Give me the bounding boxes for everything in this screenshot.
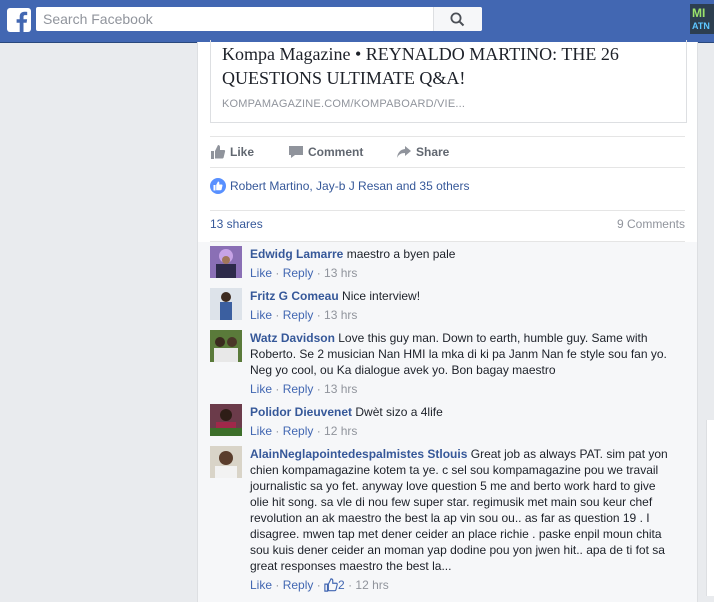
comment-meta: Like · Reply · 2 · 12 hrs: [250, 578, 389, 595]
comment-body: Edwidg Lamarre maestro a byen pale: [250, 246, 670, 262]
reactions-text: Robert Martino, Jay-b J Resan and 35 oth…: [230, 179, 470, 193]
top-navigation-bar: MI ATN: [0, 0, 714, 43]
comment-reaction-count[interactable]: 2: [338, 578, 345, 592]
like-label: Like: [230, 145, 255, 159]
comment-meta: Like · Reply · 13 hrs: [250, 308, 358, 322]
link-preview[interactable]: Kompa Magazine • REYNALDO MARTINO: THE 2…: [210, 40, 687, 123]
comment-author[interactable]: Edwidg Lamarre: [250, 247, 343, 261]
corner-badge-line2: ATN: [692, 21, 710, 31]
comment-like-link[interactable]: Like: [250, 382, 272, 396]
search-input[interactable]: [36, 7, 436, 31]
like-reaction-icon: [210, 178, 226, 194]
comment-body: Watz Davidson Love this guy man. Down to…: [250, 330, 670, 378]
comment-label: Comment: [308, 145, 364, 159]
avatar[interactable]: [210, 446, 242, 478]
comment-text: maestro a byen pale: [346, 247, 456, 261]
comment-meta: Like · Reply · 13 hrs: [250, 382, 358, 396]
corner-badge-line1: MI: [692, 6, 706, 20]
post-card: Kompa Magazine • REYNALDO MARTINO: THE 2…: [197, 40, 698, 602]
comment-reply-link[interactable]: Reply: [283, 382, 314, 396]
comment-reply-link[interactable]: Reply: [283, 424, 314, 438]
comments-section: Edwidg Lamarre maestro a byen pale Like …: [198, 242, 697, 602]
comment-author[interactable]: AlainNeglapointedespalmistes Stlouis: [250, 447, 467, 461]
comment-body: AlainNeglapointedespalmistes Stlouis Gre…: [250, 446, 670, 574]
facebook-logo-icon[interactable]: [7, 8, 31, 32]
comment-meta: Like · Reply · 13 hrs: [250, 266, 358, 280]
post-actions: Like Comment Share: [210, 136, 685, 168]
comment-like-link[interactable]: Like: [250, 424, 272, 438]
avatar[interactable]: [210, 288, 242, 320]
search-button[interactable]: [433, 7, 482, 31]
comment-time[interactable]: 13 hrs: [324, 308, 357, 322]
comment-like-link[interactable]: Like: [250, 266, 272, 280]
link-title[interactable]: Kompa Magazine • REYNALDO MARTINO: THE 2…: [222, 42, 662, 90]
share-label: Share: [416, 145, 450, 159]
comment-reply-link[interactable]: Reply: [283, 308, 314, 322]
comment-author[interactable]: Fritz G Comeau: [250, 289, 339, 303]
comment-time[interactable]: 13 hrs: [324, 266, 357, 280]
comment-time[interactable]: 12 hrs: [355, 578, 388, 592]
shares-comments-row: 13 shares 9 Comments: [210, 210, 685, 242]
shares-count-link[interactable]: 13 shares: [210, 217, 263, 231]
comment-body: Polidor Dieuvenet Dwèt sizo a 4life: [250, 404, 670, 420]
avatar[interactable]: [210, 246, 242, 278]
corner-app-badge[interactable]: MI ATN: [690, 4, 714, 34]
comment-time[interactable]: 13 hrs: [324, 382, 357, 396]
comment-reply-link[interactable]: Reply: [283, 578, 314, 592]
avatar[interactable]: [210, 330, 242, 362]
comments-count[interactable]: 9 Comments: [617, 217, 685, 231]
comment-text: Nice interview!: [342, 289, 421, 303]
thumbs-up-reaction-icon[interactable]: [324, 578, 338, 595]
comment-author[interactable]: Watz Davidson: [250, 331, 335, 345]
comment-time[interactable]: 12 hrs: [324, 424, 357, 438]
comment-text: Great job as always PAT. sim pat yon chi…: [250, 447, 668, 573]
right-column-edge: [706, 420, 714, 596]
comment-body: Fritz G Comeau Nice interview!: [250, 288, 670, 304]
avatar[interactable]: [210, 404, 242, 436]
comment-author[interactable]: Polidor Dieuvenet: [250, 405, 352, 419]
search-bar: [36, 7, 482, 31]
comment-like-link[interactable]: Like: [250, 308, 272, 322]
comment-text: Dwèt sizo a 4life: [355, 405, 443, 419]
comment-meta: Like · Reply · 12 hrs: [250, 424, 358, 438]
comment-reply-link[interactable]: Reply: [283, 266, 314, 280]
link-domain: KOMPAMAGAZINE.COM/KOMPABOARD/VIE...: [222, 98, 466, 110]
comment-like-link[interactable]: Like: [250, 578, 272, 592]
